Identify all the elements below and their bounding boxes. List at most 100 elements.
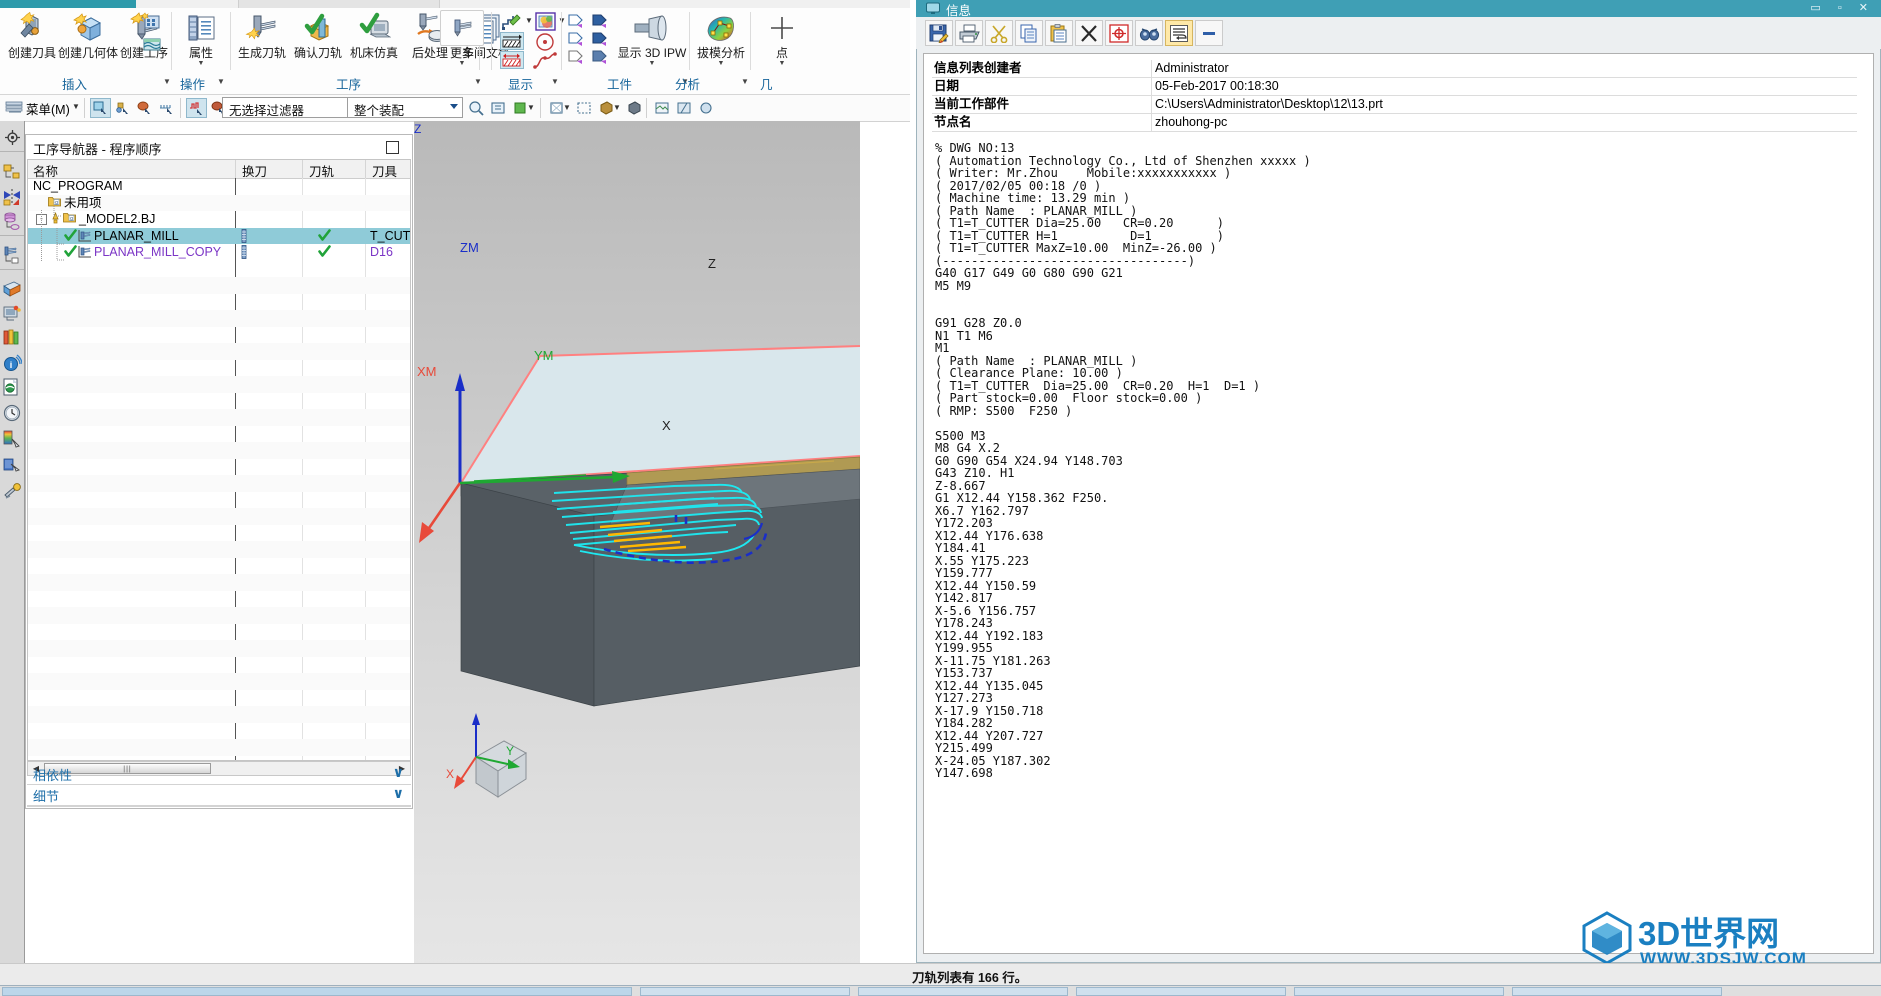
- view-style-icon[interactable]: [696, 98, 717, 118]
- html-help-icon[interactable]: [2, 279, 22, 299]
- display-cut-region-icon[interactable]: [500, 51, 524, 69]
- table-row[interactable]: [28, 277, 410, 294]
- render-style-icon[interactable]: [674, 98, 695, 118]
- create-tool-button[interactable]: 创建刀具: [2, 10, 62, 60]
- web-browser-icon[interactable]: [2, 303, 22, 323]
- group-title-insert-caret-icon[interactable]: ▼: [163, 77, 171, 86]
- table-row[interactable]: [28, 706, 410, 723]
- table-row[interactable]: [28, 723, 410, 740]
- delete-icon[interactable]: [1075, 20, 1103, 46]
- create-method-group-icon[interactable]: [141, 34, 165, 58]
- 3d-viewport[interactable]: ZM YM XM Z X Z X Y: [414, 121, 860, 973]
- operation-navigator-icon[interactable]: [2, 245, 22, 265]
- history-icon[interactable]: [2, 403, 22, 423]
- select-face-icon[interactable]: [134, 98, 155, 118]
- table-row[interactable]: [28, 558, 410, 575]
- render-icon[interactable]: [652, 98, 673, 118]
- menu-icon[interactable]: [4, 98, 25, 118]
- save-icon[interactable]: [925, 20, 953, 46]
- table-row[interactable]: [28, 360, 410, 377]
- more-caret-icon[interactable]: ▼: [432, 60, 492, 68]
- group-title-process-caret-icon[interactable]: ▼: [474, 77, 482, 86]
- selection-filter-combo[interactable]: 无选择过滤器: [222, 97, 360, 118]
- pan-caret-icon[interactable]: ▼: [563, 103, 571, 112]
- chevron-down-icon[interactable]: ∨: [393, 764, 404, 781]
- group-title-analysis-caret-icon[interactable]: ▼: [741, 77, 749, 86]
- create-program-group-icon[interactable]: [141, 12, 165, 36]
- chevron-down-icon[interactable]: ∨: [393, 785, 404, 802]
- paste-icon[interactable]: [1045, 20, 1073, 46]
- section-icon[interactable]: [624, 98, 645, 118]
- rotate-caret-icon[interactable]: ▼: [527, 103, 535, 112]
- shaded-caret-icon[interactable]: ▼: [613, 103, 621, 112]
- collapse-section-details[interactable]: 细节 ∨: [27, 784, 411, 807]
- render-gallery-icon[interactable]: [2, 455, 22, 475]
- toolpath-select-icon[interactable]: [186, 98, 207, 118]
- menu-caret-icon[interactable]: ▼: [72, 102, 80, 111]
- select-edge-icon[interactable]: [156, 98, 177, 118]
- generate-toolpath-button[interactable]: 生成刀轨: [232, 10, 292, 60]
- group-title-operation-caret-icon[interactable]: ▼: [217, 77, 225, 86]
- table-row[interactable]: [28, 739, 410, 756]
- table-row[interactable]: [28, 657, 410, 674]
- table-row[interactable]: [28, 376, 410, 393]
- table-row[interactable]: [28, 640, 410, 657]
- table-row[interactable]: [28, 442, 410, 459]
- table-row[interactable]: [28, 492, 410, 509]
- chevron-down-icon[interactable]: [450, 104, 458, 109]
- table-row[interactable]: [28, 541, 410, 558]
- table-row[interactable]: [28, 690, 410, 707]
- find-icon[interactable]: [1135, 20, 1163, 46]
- system-materials-icon[interactable]: [2, 429, 22, 449]
- table-row[interactable]: [28, 393, 410, 410]
- table-row[interactable]: [28, 294, 410, 311]
- fit-icon[interactable]: [488, 98, 509, 118]
- hd3d-icon[interactable]: [2, 377, 22, 397]
- table-row[interactable]: [28, 459, 410, 476]
- table-row[interactable]: [28, 574, 410, 591]
- display-spline-icon[interactable]: [532, 52, 558, 73]
- display-toolpath-caret-icon[interactable]: ▼: [525, 16, 533, 25]
- draft-analysis-button[interactable]: 拔模分析 ▼: [691, 10, 751, 68]
- workpiece-icon-3[interactable]: [567, 30, 589, 50]
- properties-caret-icon[interactable]: ▼: [171, 60, 231, 68]
- roles-icon[interactable]: [2, 327, 22, 347]
- select-general-icon[interactable]: [90, 98, 111, 118]
- workpiece-icon-4[interactable]: [591, 30, 613, 50]
- window-buttons[interactable]: ▭ ▫ ✕: [1810, 1, 1875, 14]
- machine-simulation-button[interactable]: 机床仿真: [344, 10, 404, 60]
- table-row[interactable]: [28, 343, 410, 360]
- process-studio-icon[interactable]: [2, 481, 22, 501]
- word-wrap-icon[interactable]: [1165, 20, 1193, 46]
- info-window-body[interactable]: 信息列表创建者 Administrator 日期 05-Feb-2017 00:…: [923, 53, 1874, 954]
- workpiece-icon-6[interactable]: [591, 48, 613, 68]
- create-geometry-button[interactable]: 创建几何体: [58, 10, 118, 60]
- collapse-section-dependencies[interactable]: 相依性 ∨: [27, 763, 411, 785]
- show-3d-ipw-button[interactable]: 显示 3D IPW ▼: [616, 10, 688, 68]
- ribbon-tab-inactive[interactable]: [238, 0, 440, 8]
- workpiece-icon-5[interactable]: [567, 48, 589, 68]
- more-button[interactable]: 更多 ▼: [432, 10, 492, 68]
- table-row[interactable]: [28, 409, 410, 426]
- table-row[interactable]: [28, 591, 410, 608]
- find-target-icon[interactable]: [1105, 20, 1133, 46]
- point-button[interactable]: 点 ▼: [752, 10, 812, 68]
- minus-icon[interactable]: [1195, 20, 1223, 46]
- pin-panel-icon[interactable]: [386, 141, 399, 154]
- table-row[interactable]: [28, 607, 410, 624]
- style-icon[interactable]: [574, 98, 595, 118]
- workpiece-icon-1[interactable]: [567, 12, 589, 32]
- display-blank-region-icon[interactable]: [500, 32, 524, 50]
- menu-label[interactable]: 菜单(M): [26, 99, 70, 118]
- print-icon[interactable]: [955, 20, 983, 46]
- reuse-library-icon[interactable]: [2, 211, 22, 231]
- info-window-titlebar[interactable]: 信息 ▭ ▫ ✕: [916, 0, 1881, 18]
- zoom-icon[interactable]: [466, 98, 487, 118]
- workpiece-icon-2[interactable]: [591, 12, 613, 32]
- constraint-navigator-icon[interactable]: [2, 187, 22, 207]
- draft-analysis-caret-icon[interactable]: ▼: [691, 60, 751, 68]
- table-row[interactable]: [28, 673, 410, 690]
- assembly-navigator-icon[interactable]: [2, 127, 22, 147]
- part-navigator-icon[interactable]: [2, 163, 22, 183]
- table-row[interactable]: [28, 525, 410, 542]
